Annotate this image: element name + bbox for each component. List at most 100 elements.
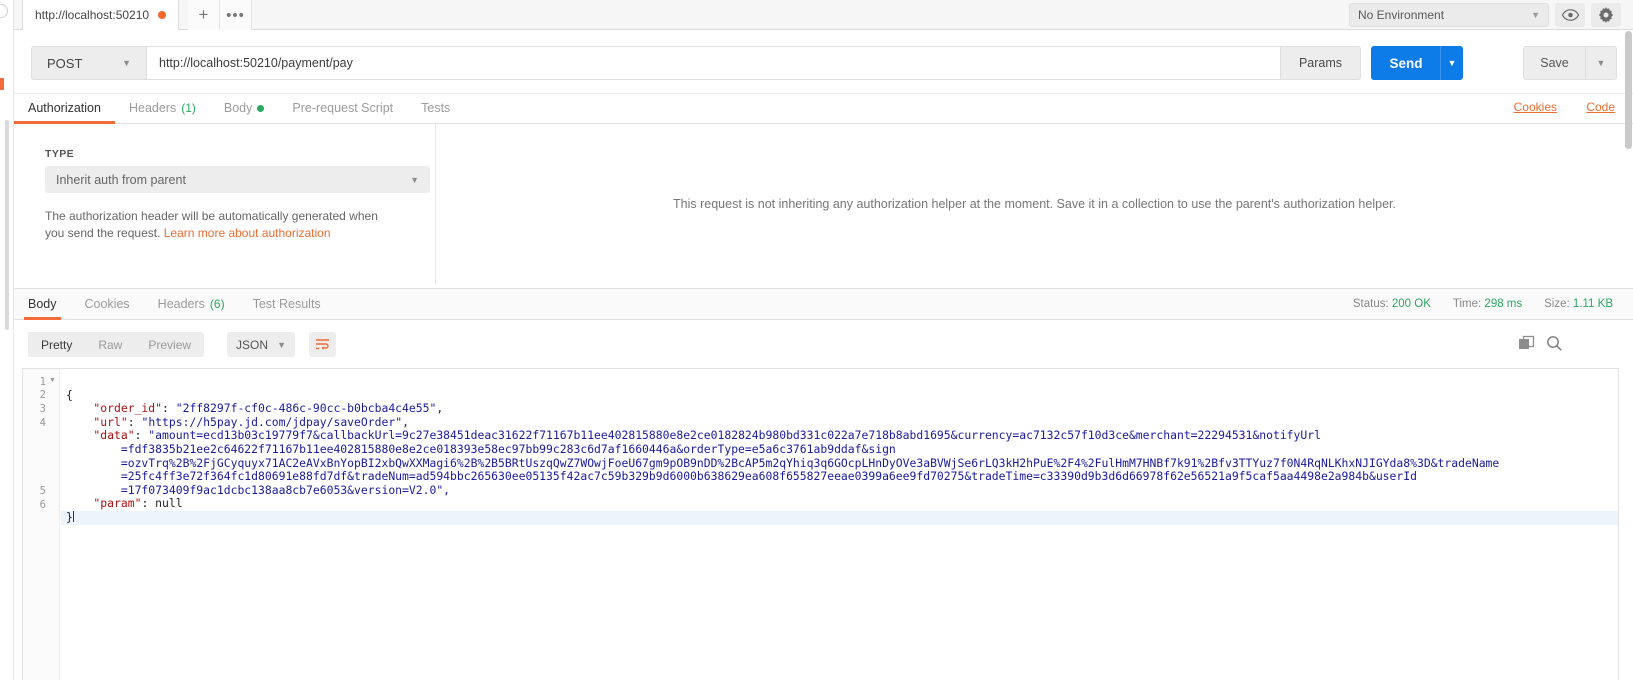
scrollbar-thumb[interactable]: [1625, 31, 1632, 149]
save-button[interactable]: Save: [1523, 46, 1585, 80]
json-value-data-seg-3: =ozvTrq%2B%2FjGCyquyx71AC2eAVxBnYopBI2xb…: [66, 455, 1500, 470]
tab-tests[interactable]: Tests: [407, 93, 464, 123]
code-line: "url": "https://h5pay.jd.com/jdpay/saveO…: [66, 414, 409, 429]
url-bar: POST ▼ http://localhost:50210/payment/pa…: [14, 31, 1633, 94]
tab-label: Headers: [157, 297, 205, 311]
auth-type-select[interactable]: Inherit auth from parent ▼: [45, 166, 430, 193]
json-value-url: https://h5pay.jd.com/jdpay/saveOrder: [148, 414, 396, 429]
send-label: Send: [1389, 55, 1423, 71]
code-line: "data": "amount=ecd13b03c19779f7&callbac…: [66, 428, 1321, 443]
response-format-select[interactable]: JSON ▼: [227, 332, 295, 357]
tab-label: Body: [28, 297, 57, 311]
json-value-param: null: [155, 496, 183, 511]
http-method-selector[interactable]: POST ▼: [31, 46, 146, 80]
response-format-value: JSON: [236, 337, 269, 352]
send-button[interactable]: Send: [1371, 46, 1441, 80]
chevron-down-icon: ▼: [410, 174, 419, 185]
line-number: 5: [39, 485, 46, 497]
eye-icon: [1561, 9, 1579, 21]
more-tabs-button[interactable]: •••: [220, 0, 252, 30]
settings-button[interactable]: [1591, 3, 1621, 27]
editor-gutter: 1 ▼ 2 3 4 5 6: [23, 369, 60, 680]
fold-toggle-icon[interactable]: ▼: [49, 377, 56, 384]
response-body-editor[interactable]: 1 ▼ 2 3 4 5 6 { "order_id": "2ff8297f-cf…: [22, 368, 1619, 680]
request-tab-label: http://localhost:50210: [35, 8, 150, 22]
chevron-down-icon: ▼: [1596, 58, 1606, 68]
save-options-button[interactable]: ▼: [1585, 46, 1617, 80]
environment-quick-look-button[interactable]: [1555, 3, 1585, 27]
tab-body[interactable]: Body: [210, 93, 279, 123]
time-value: 298 ms: [1484, 298, 1523, 310]
vertical-scrollbar[interactable]: [1625, 31, 1632, 680]
search-response-button[interactable]: [1546, 335, 1563, 352]
chevron-down-icon: ▼: [1447, 58, 1457, 68]
ellipsis-icon: •••: [226, 6, 245, 24]
url-input[interactable]: http://localhost:50210/payment/pay: [146, 46, 1281, 80]
params-label: Params: [1298, 56, 1343, 70]
plus-icon: +: [198, 5, 209, 24]
tab-headers[interactable]: Headers (1): [115, 93, 210, 123]
code-line: =17f073409f9ac1dcbc138aa8cb7e6053&versio…: [61, 482, 1618, 498]
response-headers-count-badge: (6): [209, 297, 225, 311]
response-tab-body[interactable]: Body: [14, 288, 71, 320]
code-line: =25fc4ff3e72f364fc1d80691e88fd7df&tradeN…: [61, 469, 1618, 484]
sidebar-collapse-icon[interactable]: [0, 4, 8, 18]
status-meta: Status: 200 OK: [1353, 298, 1431, 310]
line-number: 3: [39, 403, 46, 415]
request-tabs: Authorization Headers (1) Body Pre-reque…: [14, 94, 1633, 124]
view-mode-preview[interactable]: Preview: [135, 332, 204, 357]
tab-pre-request-script[interactable]: Pre-request Script: [278, 93, 407, 123]
auth-learn-more-link[interactable]: Learn more about authorization: [164, 226, 331, 240]
response-tab-test-results[interactable]: Test Results: [239, 288, 335, 320]
response-tab-headers[interactable]: Headers (6): [144, 288, 239, 320]
code-line: "order_id": "2ff8297f-cf0c-486c-90cc-b0b…: [66, 401, 444, 416]
code-line: {: [66, 387, 73, 402]
left-rail: [0, 0, 14, 680]
new-tab-button[interactable]: +: [188, 0, 220, 30]
response-tab-cookies[interactable]: Cookies: [71, 288, 144, 320]
tab-authorization[interactable]: Authorization: [14, 93, 115, 124]
view-mode-group: Pretty Raw Preview: [28, 332, 205, 357]
copy-to-clipboard-button[interactable]: [1518, 335, 1535, 352]
tab-label: Body: [223, 101, 253, 115]
json-code-content[interactable]: { "order_id": "2ff8297f-cf0c-486c-90cc-b…: [61, 369, 1618, 680]
code-line: "param": null: [66, 496, 183, 511]
cookies-link[interactable]: Cookies: [1514, 100, 1557, 114]
sidebar-drag-handle[interactable]: [5, 120, 9, 330]
params-button[interactable]: Params: [1281, 46, 1361, 80]
send-options-button[interactable]: ▼: [1440, 46, 1463, 80]
json-value-data-seg-1: "amount=ecd13b03c19779f7&callbackUrl=9c2…: [148, 428, 1321, 443]
search-icon: [1547, 336, 1562, 351]
auth-type-label: TYPE: [45, 148, 75, 160]
unsaved-dot-icon: [158, 11, 167, 19]
authorization-panel: TYPE Inherit auth from parent ▼ The auth…: [14, 124, 1633, 284]
line-number: 4: [39, 417, 46, 429]
view-mode-pretty[interactable]: Pretty: [28, 332, 86, 357]
status-label: Status:: [1352, 298, 1389, 310]
http-method-label: POST: [47, 55, 83, 71]
view-mode-raw[interactable]: Raw: [85, 332, 135, 357]
tab-label: Tests: [421, 101, 451, 115]
code-link[interactable]: Code: [1586, 100, 1615, 114]
response-meta: Status: 200 OK Time: 298 ms Size: 1.11 K…: [1353, 298, 1633, 310]
response-body-toolbar: Pretty Raw Preview JSON ▼: [14, 320, 1633, 368]
request-tab[interactable]: http://localhost:50210: [22, 0, 180, 30]
authorization-right-column: This request is not inheriting any autho…: [436, 124, 1633, 284]
tab-bar: http://localhost:50210 + ••• No Environm…: [14, 0, 1633, 30]
url-value: http://localhost:50210/payment/pay: [159, 56, 353, 70]
tab-label: Headers: [128, 101, 177, 115]
gear-icon: [1598, 7, 1614, 23]
line-number: 6: [39, 499, 46, 511]
code-line: =fdf3835b21ee2c64622f71167b11ee402815880…: [61, 441, 1618, 457]
chevron-down-icon: ▼: [277, 339, 286, 350]
body-present-dot-icon: [257, 104, 265, 112]
authorization-left-column: TYPE Inherit auth from parent ▼ The auth…: [14, 124, 436, 284]
tab-label: Test Results: [252, 297, 321, 311]
json-value-data-seg-4: =25fc4ff3e72f364fc1d80691e88fd7df&tradeN…: [66, 469, 1417, 484]
sidebar-accent-marker: [0, 78, 4, 90]
word-wrap-button[interactable]: [309, 332, 336, 357]
size-label: Size:: [1544, 298, 1570, 310]
json-value-data-seg-5: =17f073409f9ac1dcbc138aa8cb7e6053&versio…: [66, 482, 451, 497]
environment-selector[interactable]: No Environment ▼: [1349, 3, 1549, 27]
json-value-data-seg-2: =fdf3835b21ee2c64622f71167b11ee402815880…: [66, 441, 896, 456]
